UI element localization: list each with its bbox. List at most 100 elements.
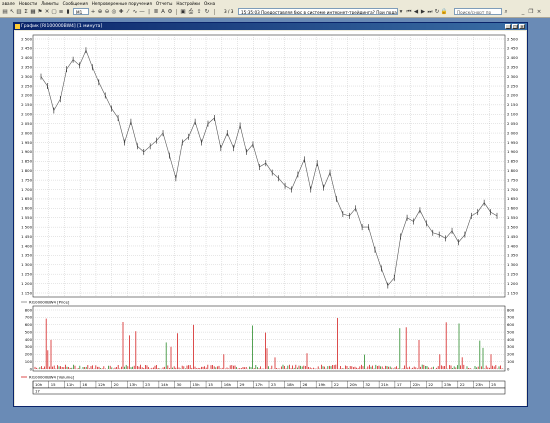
time-tick-label: 22 xyxy=(428,382,433,387)
time-tick-label: 17h xyxy=(255,382,263,387)
time-tick-label: 23h xyxy=(476,382,484,387)
time-tick-label: 23 xyxy=(145,382,150,387)
table-icon[interactable]: ▦ xyxy=(30,8,36,16)
volume-ytick-left: 400 xyxy=(25,337,33,342)
price-ytick-left: 2 100 xyxy=(21,112,32,117)
text-icon[interactable]: A xyxy=(160,8,166,16)
price-ytick-right: 1 350 xyxy=(507,253,518,258)
news-ticker[interactable]: 15:35:03 Предоставляя бюс в системе инте… xyxy=(238,8,398,15)
volume-ytick-left: 500 xyxy=(25,329,33,334)
chart-area[interactable]: 2 500 2 500 2 450 2 450 2 400 2 400 2 350 2 350… xyxy=(15,31,526,406)
menu-item-2[interactable]: Лимиты xyxy=(39,1,61,6)
first-icon[interactable]: ⏮ xyxy=(406,8,412,16)
volume-ytick-right: 700 xyxy=(507,315,515,320)
time-tick-label: 12h xyxy=(98,382,106,387)
last-icon[interactable]: ⏭ xyxy=(427,8,433,16)
minimize-icon[interactable]: _ xyxy=(520,8,526,16)
price-ytick-right: 1 500 xyxy=(507,224,518,229)
time-tick-label: 23h xyxy=(444,382,452,387)
price-ytick-left: 1 350 xyxy=(21,253,32,258)
hline-icon[interactable]: — xyxy=(139,8,145,16)
zoom-out-icon[interactable]: ⊖ xyxy=(104,8,110,16)
menu-item-6[interactable]: Настройки xyxy=(174,1,202,6)
refresh-news-icon[interactable]: ↻ xyxy=(434,8,440,16)
sum-icon[interactable]: Σ xyxy=(23,8,29,16)
price-ytick-right: 2 000 xyxy=(507,130,518,135)
volume-ytick-left: 800 xyxy=(25,307,33,312)
time-tick-label: 16h xyxy=(224,382,232,387)
price-ytick-right: 1 800 xyxy=(507,168,518,173)
time-tick-label: 20 xyxy=(114,382,119,387)
refresh-icon[interactable]: ↻ xyxy=(204,8,210,16)
price-ytick-right: 1 700 xyxy=(507,187,518,192)
window-minimize-button[interactable]: _ xyxy=(505,24,511,29)
price-ytick-left: 1 400 xyxy=(21,243,32,248)
price-ytick-right: 2 100 xyxy=(507,112,518,117)
menu-item-0[interactable]: авале xyxy=(0,1,17,6)
settings-icon[interactable]: ⚙ xyxy=(167,8,173,16)
price-ytick-left: 1 850 xyxy=(21,159,32,164)
save-icon[interactable]: ▣ xyxy=(180,8,186,16)
window-icon[interactable]: ▢ xyxy=(51,8,57,16)
window-maximize-button[interactable]: □ xyxy=(512,24,518,29)
time-tick-label: 22 xyxy=(460,382,465,387)
search-input[interactable]: Поиск/снорт пр xyxy=(454,8,502,15)
price-ytick-right: 1 250 xyxy=(507,271,518,276)
open-icon[interactable]: ▤ xyxy=(2,8,8,16)
trend-icon[interactable]: ∿ xyxy=(132,8,138,16)
close-icon[interactable]: × xyxy=(536,8,542,16)
price-ytick-right: 1 950 xyxy=(507,140,518,145)
target-icon[interactable]: ◎ xyxy=(111,8,117,16)
volume-ytick-right: 800 xyxy=(507,307,515,312)
time-tick-label: 11h xyxy=(66,382,74,387)
prev-icon[interactable]: ◀ xyxy=(413,8,419,16)
lock-icon[interactable]: 🔒 xyxy=(441,8,448,16)
zoom-in-icon[interactable]: ⊕ xyxy=(97,8,103,16)
time-tick-label: 32 xyxy=(365,382,370,387)
dropdown-icon[interactable]: ▾ xyxy=(398,8,404,16)
time-tick-label: 10h xyxy=(35,382,43,387)
fib-icon[interactable]: ≣ xyxy=(153,8,159,16)
chart-icon[interactable]: ▥ xyxy=(16,8,22,16)
price-ytick-right: 2 450 xyxy=(507,46,518,51)
volume-ytick-right: 100 xyxy=(507,359,515,364)
volume-ytick-right: 200 xyxy=(507,352,515,357)
print-icon[interactable]: ⎙ xyxy=(188,8,194,16)
price-ytick-right: 2 250 xyxy=(507,83,518,88)
volume-ytick-left: 100 xyxy=(25,359,33,364)
export-icon[interactable]: ⇪ xyxy=(196,8,202,16)
chart-window-titlebar[interactable]: График [RI100000BW4] [1 минута] _ □ × xyxy=(14,23,527,30)
vline-icon[interactable]: | xyxy=(146,8,152,16)
price-ytick-left: 2 450 xyxy=(21,46,32,51)
price-ytick-right: 1 750 xyxy=(507,177,518,182)
pointer-icon[interactable]: ↖ xyxy=(9,8,15,16)
line-draw-icon[interactable]: ⁄ xyxy=(125,8,131,16)
restore-icon[interactable]: ❐ xyxy=(528,8,534,16)
flag-icon[interactable]: ⚑ xyxy=(37,8,43,16)
price-ytick-right: 2 150 xyxy=(507,102,518,107)
indicator-icon[interactable]: ✕ xyxy=(44,8,50,16)
window-close-button[interactable]: × xyxy=(519,24,525,29)
search-icon[interactable]: ⌕ xyxy=(503,8,509,16)
menu-item-5[interactable]: Отчеты xyxy=(154,1,175,6)
price-volume-chart[interactable]: 2 500 2 500 2 450 2 450 2 400 2 400 2 350 2 350… xyxy=(15,31,526,406)
price-ytick-right: 2 050 xyxy=(507,121,518,126)
price-ytick-right: 1 600 xyxy=(507,206,518,211)
price-ytick-right: 1 850 xyxy=(507,159,518,164)
crosshair-icon[interactable]: ✚ xyxy=(118,8,124,16)
price-ytick-right: 1 400 xyxy=(507,243,518,248)
bar-chart-icon[interactable]: ▮ xyxy=(65,8,71,16)
list-icon[interactable]: ≡ xyxy=(58,8,64,16)
next-icon[interactable]: ▶ xyxy=(420,8,426,16)
menu-item-7[interactable]: Окна xyxy=(202,1,217,6)
interval-select[interactable]: М1 xyxy=(73,8,89,15)
menu-item-3[interactable]: Сообщения xyxy=(61,1,90,6)
volume-ytick-left: 600 xyxy=(25,322,33,327)
add-icon[interactable]: + xyxy=(90,8,96,16)
day-label: 17 xyxy=(35,389,40,394)
price-ytick-left: 1 800 xyxy=(21,168,32,173)
price-ytick-left: 1 750 xyxy=(21,177,32,182)
menu-item-1[interactable]: Новости xyxy=(17,1,39,6)
menu-item-4[interactable]: Непроверенные поручения xyxy=(90,1,154,6)
time-tick-label: 26 xyxy=(302,382,307,387)
